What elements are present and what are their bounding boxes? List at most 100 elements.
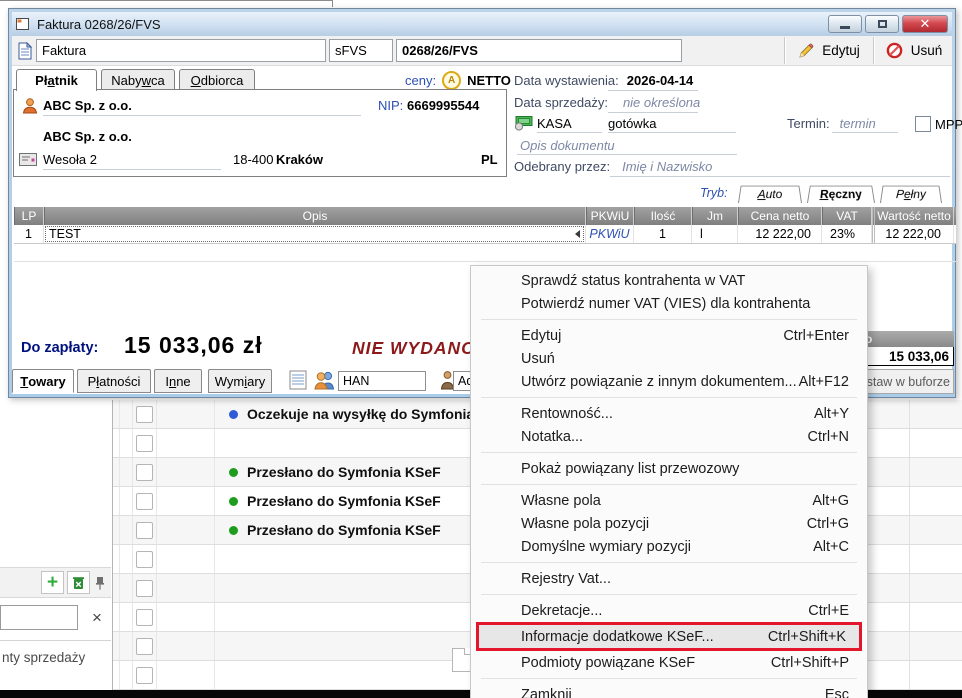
row-checkbox[interactable] — [136, 551, 153, 568]
item-cena-netto[interactable]: 12 222,00 — [738, 225, 822, 243]
row-checkbox[interactable] — [136, 406, 153, 423]
mode-tab-reczny[interactable]: Ręczny — [807, 186, 875, 203]
pin-button[interactable] — [93, 571, 107, 594]
delete-button[interactable]: Usuń — [876, 36, 952, 65]
list-cell — [910, 603, 962, 631]
minimize-button[interactable] — [828, 15, 862, 33]
tab-odbiorca[interactable]: Odbiorca — [179, 69, 255, 90]
item-opis-cell[interactable]: TEST — [44, 225, 586, 243]
titlebar[interactable]: Faktura 0268/26/FVS ✕ — [12, 12, 952, 36]
register-code-field[interactable]: HAN — [338, 371, 426, 391]
col-header-lp[interactable]: LP — [14, 207, 44, 225]
payer-name-2[interactable]: ABC Sp. z o.o. — [43, 129, 132, 144]
row-checkbox[interactable] — [136, 435, 153, 452]
menu-item[interactable]: ZamknijEsc — [471, 683, 867, 698]
menu-item[interactable]: Domyślne wymiary pozycjiAlt+C — [471, 535, 867, 558]
delete-button-label: Usuń — [911, 43, 943, 58]
gross-value: 15 033,06 — [862, 347, 954, 366]
mpp-checkbox[interactable] — [915, 116, 931, 132]
row-checkbox[interactable] — [136, 638, 153, 655]
delete-filter-button[interactable] — [67, 571, 90, 594]
mode-tab-auto[interactable]: Auto — [738, 186, 802, 203]
menu-item-shortcut: Ctrl+Shift+K — [768, 629, 846, 645]
menu-item[interactable]: Pokaż powiązany list przewozowy — [471, 457, 867, 480]
edit-button[interactable]: Edytuj — [787, 36, 871, 65]
menu-item[interactable]: Utwórz powiązanie z innym dokumentem...A… — [471, 370, 867, 393]
clear-filter-button[interactable]: × — [86, 607, 108, 629]
tab-platnosci[interactable]: Płatności — [77, 369, 151, 393]
menu-item[interactable]: Informacje dodatkowe KSeF...Ctrl+Shift+K — [476, 622, 862, 651]
status-text: Przesłano do Symfonia KSeF — [247, 522, 441, 538]
row-checkbox[interactable] — [136, 580, 153, 597]
col-header-pkwiu[interactable]: PKWiU — [586, 207, 634, 225]
row-checkbox[interactable] — [136, 464, 153, 481]
menu-separator — [471, 558, 867, 567]
item-jm[interactable]: l — [692, 225, 738, 243]
tab-wymiary[interactable]: Wymiary — [208, 369, 272, 393]
maximize-button[interactable] — [865, 15, 899, 33]
menu-item[interactable]: EdytujCtrl+Enter — [471, 324, 867, 347]
issue-date-value[interactable]: 2026-04-14 — [627, 73, 694, 88]
col-header-ilosc[interactable]: Ilość — [634, 207, 692, 225]
col-header-vat[interactable]: VAT — [822, 207, 872, 225]
field-underline — [517, 154, 737, 155]
menu-item[interactable]: Rentowność...Alt+Y — [471, 402, 867, 425]
menu-item[interactable]: Potwierdź numer VAT (VIES) dla kontrahen… — [471, 292, 867, 315]
payer-name[interactable]: ABC Sp. z o.o. — [43, 98, 132, 113]
item-row[interactable]: 1 TEST PKWiU 1 l 12 222,00 — [14, 225, 956, 244]
city-field[interactable]: Kraków — [276, 152, 323, 167]
row-checkbox[interactable] — [136, 522, 153, 539]
nip-value[interactable]: 6669995544 — [407, 98, 479, 113]
menu-item[interactable]: Własne polaAlt+G — [471, 489, 867, 512]
row-checkbox[interactable] — [136, 609, 153, 626]
field-underline — [832, 132, 898, 133]
tab-towary[interactable]: Towary — [12, 369, 74, 393]
tab-inne[interactable]: Inne — [154, 369, 202, 393]
add-button[interactable]: + — [41, 571, 64, 594]
due-label: Do zapłaty: — [21, 340, 98, 356]
postal-code-field[interactable]: 18-400 — [233, 152, 273, 167]
street-field[interactable]: Wesoła 2 — [43, 152, 97, 167]
register-field[interactable]: KASA — [537, 116, 572, 131]
price-type-a-icon[interactable]: A — [442, 71, 461, 90]
row-checkbox[interactable] — [136, 667, 153, 684]
description-field[interactable]: Opis dokumentu — [520, 138, 615, 153]
col-header-cena-netto[interactable]: Cena netto — [738, 207, 822, 225]
country-field[interactable]: PL — [481, 152, 498, 167]
menu-item[interactable]: Sprawdź status kontrahenta w VAT — [471, 269, 867, 292]
series-field[interactable]: sFVS — [329, 39, 393, 62]
number-field[interactable]: 0268/26/FVS — [396, 39, 682, 62]
mode-tab-pelny[interactable]: Pełny — [880, 186, 942, 203]
menu-item[interactable]: Rejestry Vat... — [471, 567, 867, 590]
col-header-jm[interactable]: Jm — [692, 207, 738, 225]
keep-in-buffer-button[interactable]: zostaw w buforze — [861, 369, 954, 394]
item-pkwiu[interactable]: PKWiU — [586, 225, 634, 243]
doc-type-field[interactable]: Faktura — [36, 39, 326, 62]
item-ilosc[interactable]: 1 — [634, 225, 692, 243]
item-vat[interactable]: 23% — [822, 225, 872, 243]
col-header-opis[interactable]: Opis — [44, 207, 586, 225]
menu-item[interactable]: Podmioty powiązane KSeFCtrl+Shift+P — [471, 651, 867, 674]
tab-platnik[interactable]: Płatnik — [16, 69, 97, 91]
menu-item[interactable]: Notatka...Ctrl+N — [471, 425, 867, 448]
list-cell — [133, 516, 157, 544]
sale-date-value[interactable]: nie określona — [623, 95, 700, 110]
received-by-value[interactable]: Imię i Nazwisko — [622, 159, 712, 174]
col-header-wartosc-netto[interactable]: Wartość netto — [872, 207, 954, 225]
menu-item[interactable]: Dekretacje...Ctrl+E — [471, 599, 867, 622]
filter-input[interactable] — [0, 605, 78, 630]
menu-item[interactable]: Usuń — [471, 347, 867, 370]
minimize-icon — [840, 26, 850, 29]
menu-item[interactable]: Własne pola pozycjiCtrl+G — [471, 512, 867, 535]
notes-icon[interactable] — [289, 370, 307, 390]
menu-item-shortcut: Ctrl+Shift+P — [771, 655, 849, 671]
background-window-edge — [0, 0, 333, 1]
term-value[interactable]: termin — [840, 116, 876, 131]
close-button[interactable]: ✕ — [902, 15, 948, 33]
payment-method-field[interactable]: gotówka — [608, 116, 656, 131]
not-issued-stamp: NIE WYDANO — [352, 338, 476, 359]
combo-arrow-icon[interactable] — [575, 230, 580, 238]
divider — [0, 640, 111, 641]
tab-nabywca[interactable]: Nabywca — [101, 69, 175, 90]
row-checkbox[interactable] — [136, 493, 153, 510]
